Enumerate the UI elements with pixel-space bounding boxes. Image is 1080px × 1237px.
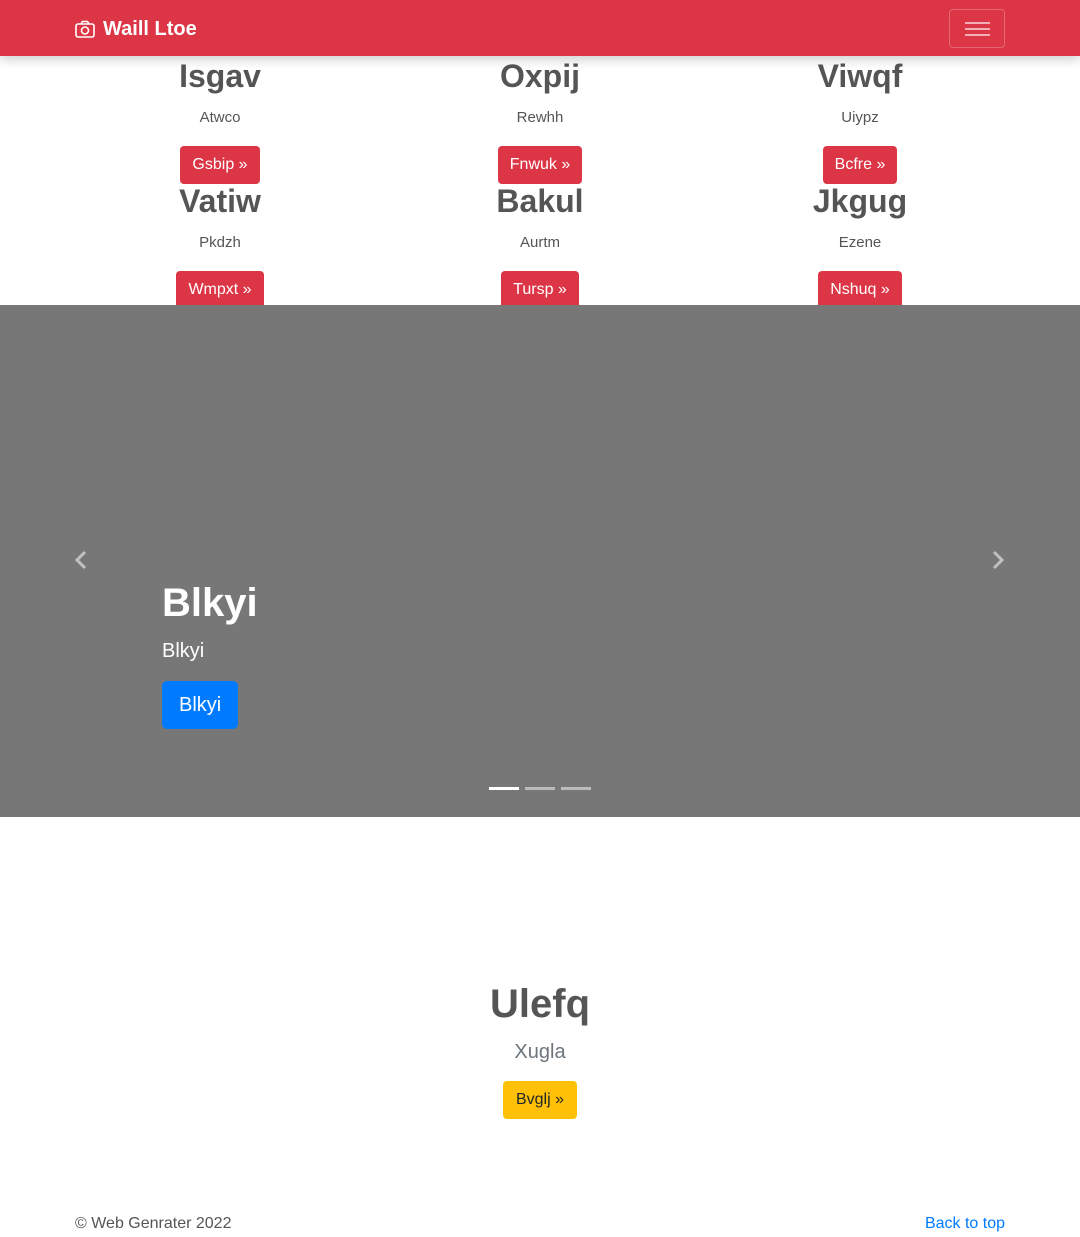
hamburger-icon: [965, 22, 990, 24]
feature-button[interactable]: Gsbip »: [180, 146, 260, 184]
hero-text: Xugla: [514, 1041, 566, 1063]
brand-link[interactable]: Waill Ltoe: [75, 16, 197, 42]
brand-text: Waill Ltoe: [103, 17, 197, 40]
carousel-heading: Blkyi: [162, 581, 258, 625]
feature-button[interactable]: Fnwuk »: [497, 146, 583, 184]
feature-text: Atwco: [199, 109, 241, 126]
chevron-left-icon: [74, 550, 87, 570]
carousel-indicator-2[interactable]: [525, 787, 555, 790]
feature-title: Viwqf: [817, 58, 903, 94]
feature-button[interactable]: Bcfre »: [822, 146, 898, 184]
navbar: Waill Ltoe: [0, 0, 1080, 56]
feature-item: Oxpij Rewhh Fnwuk »: [380, 56, 700, 184]
feature-title: Vatiw: [179, 183, 261, 219]
hero-section: Ulefq Xugla Bvglj »: [0, 980, 1080, 1119]
feature-item: Viwqf Uiypz Bcfre »: [700, 56, 1020, 184]
feature-item: Bakul Aurtm Tursp »: [380, 181, 700, 309]
feature-button[interactable]: Tursp »: [501, 271, 579, 309]
back-to-top-link[interactable]: Back to top: [925, 1215, 1005, 1233]
carousel-next-button[interactable]: [983, 545, 1013, 575]
carousel: Blkyi Blkyi Blkyi: [0, 305, 1080, 817]
carousel-button[interactable]: Blkyi: [162, 681, 239, 729]
hero-title: Ulefq: [490, 982, 590, 1026]
feature-title: Bakul: [496, 183, 584, 219]
carousel-prev-button[interactable]: [66, 545, 96, 575]
feature-title: Jkgug: [812, 183, 908, 219]
navbar-toggler-button[interactable]: [949, 9, 1005, 48]
feature-title: Oxpij: [499, 58, 580, 94]
feature-text: Uiypz: [841, 109, 879, 126]
hamburger-icon-bar: [965, 34, 990, 36]
hero-button[interactable]: Bvglj »: [502, 1081, 578, 1119]
hamburger-icon-bar: [965, 28, 990, 30]
feature-text: Rewhh: [516, 109, 564, 126]
feature-button[interactable]: Wmpxt »: [176, 271, 264, 309]
feature-text: Ezene: [838, 234, 882, 251]
copyright-text: © Web Genrater 2022: [75, 1215, 232, 1232]
feature-item: Jkgug Ezene Nshuq »: [700, 181, 1020, 309]
camera-icon: [75, 20, 95, 38]
carousel-caption: Blkyi Blkyi Blkyi: [162, 575, 258, 729]
feature-title: Isgav: [179, 58, 261, 94]
chevron-right-icon: [992, 550, 1005, 570]
feature-text: Aurtm: [519, 234, 560, 251]
carousel-indicators: [489, 787, 591, 790]
carousel-text: Blkyi: [162, 640, 205, 662]
carousel-indicator-3[interactable]: [561, 787, 591, 790]
feature-item: Isgav Atwco Gsbip »: [60, 56, 380, 184]
feature-item: Vatiw Pkdzh Wmpxt »: [60, 181, 380, 309]
feature-text: Pkdzh: [199, 234, 241, 251]
feature-button[interactable]: Nshuq »: [818, 271, 902, 309]
carousel-indicator-1[interactable]: [489, 787, 519, 790]
